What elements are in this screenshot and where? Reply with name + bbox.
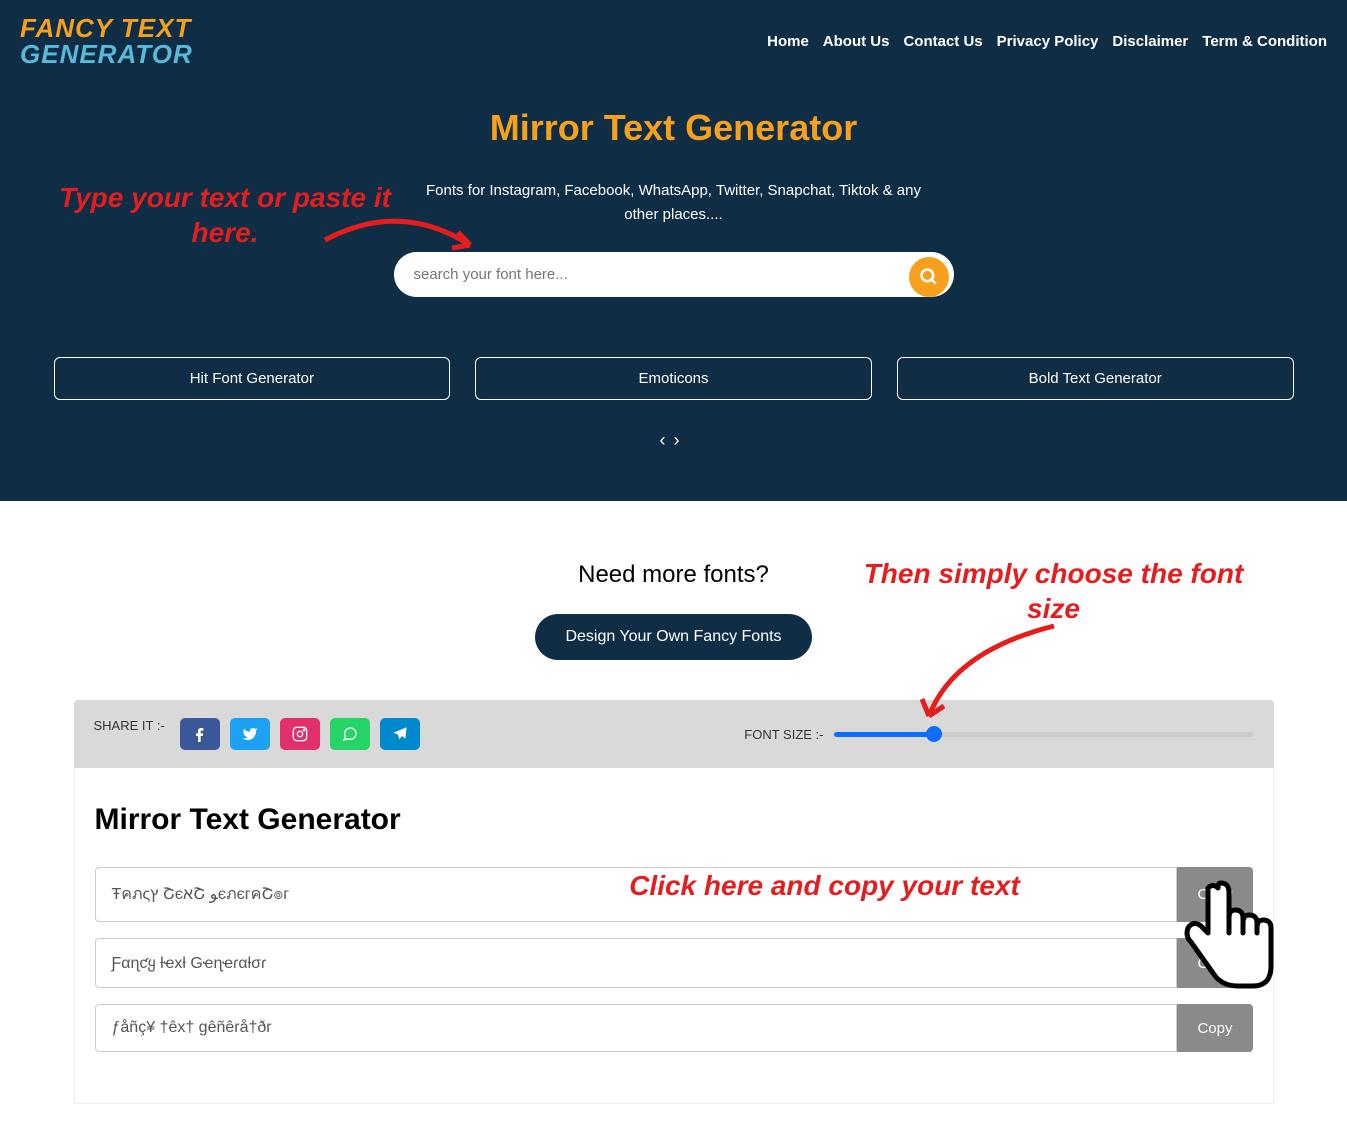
font-size-label: FONT SIZE :- [744,727,823,742]
nav-privacy[interactable]: Privacy Policy [997,33,1099,50]
share-bar: SHARE IT :- FONT SIZE :- [74,700,1274,768]
share-icons [180,718,420,750]
font-size-slider[interactable] [834,732,1254,737]
nav-home[interactable]: Home [767,33,809,50]
annotation-arrow-1 [320,210,490,270]
results-title: Mirror Text Generator [95,803,1253,837]
share-label: SHARE IT :- [94,718,165,735]
pointer-hand-icon [1173,878,1283,1008]
share-instagram[interactable] [280,718,320,750]
annotation-copy: Click here and copy your text [615,868,1035,903]
pill-emoticons[interactable]: Emoticons [475,357,872,400]
logo-line-2: GENERATOR [20,41,193,67]
body-section: Need more fonts? Design Your Own Fancy F… [54,501,1294,1144]
design-own-button[interactable]: Design Your Own Fancy Fonts [535,614,811,660]
instagram-icon [292,726,308,742]
page-subtitle: Fonts for Instagram, Facebook, WhatsApp,… [424,179,924,227]
carousel-next[interactable]: › [674,430,688,450]
share-facebook[interactable] [180,718,220,750]
telegram-icon [392,726,408,742]
nav-contact[interactable]: Contact Us [903,33,982,50]
nav-about[interactable]: About Us [823,33,890,50]
facebook-icon [192,726,208,742]
annotation-font-size: Then simply choose the font size [834,556,1274,626]
twitter-icon [242,726,258,742]
nav-disclaimer[interactable]: Disclaimer [1112,33,1188,50]
result-row: ƒåñç¥ †êx† gêñêrå†ðr Copy [95,1004,1253,1052]
site-logo[interactable]: FANCY TEXT GENERATOR [20,15,193,67]
share-whatsapp[interactable] [330,718,370,750]
generator-pills: Hit Font Generator Emoticons Bold Text G… [54,357,1294,400]
logo-line-1: FANCY TEXT [20,15,193,41]
search-wrap [20,252,1327,297]
annotation-arrow-2 [914,621,1064,731]
hero-section: FANCY TEXT GENERATOR Home About Us Conta… [0,0,1347,501]
result-text[interactable]: ƒåñç¥ †êx† gêñêrå†ðr [95,1004,1178,1052]
main-nav: Home About Us Contact Us Privacy Policy … [767,33,1327,50]
pill-hit-font[interactable]: Hit Font Generator [54,357,451,400]
share-left: SHARE IT :- [94,718,420,750]
copy-button[interactable]: Copy [1177,1004,1252,1052]
carousel-arrows: ‹› [20,430,1327,451]
page-title: Mirror Text Generator [20,107,1327,149]
topbar: FANCY TEXT GENERATOR Home About Us Conta… [20,10,1327,87]
search-button[interactable] [909,257,949,297]
result-text[interactable]: Ƒαɳƈყ ƚҽxƚ Gҽɳҽɾαƚσɾ [95,938,1178,988]
carousel-prev[interactable]: ‹ [660,430,674,450]
pill-bold-text[interactable]: Bold Text Generator [897,357,1294,400]
result-row: Ƒαɳƈყ ƚҽxƚ Gҽɳҽɾαƚσɾ Copy [95,938,1253,988]
whatsapp-icon [342,726,358,742]
share-telegram[interactable] [380,718,420,750]
share-twitter[interactable] [230,718,270,750]
search-icon [919,267,939,287]
nav-terms[interactable]: Term & Condition [1202,33,1327,50]
results-panel: Mirror Text Generator Ŧคภςץ ՇєאՇ ﻮєภєгคՇ… [74,768,1274,1104]
